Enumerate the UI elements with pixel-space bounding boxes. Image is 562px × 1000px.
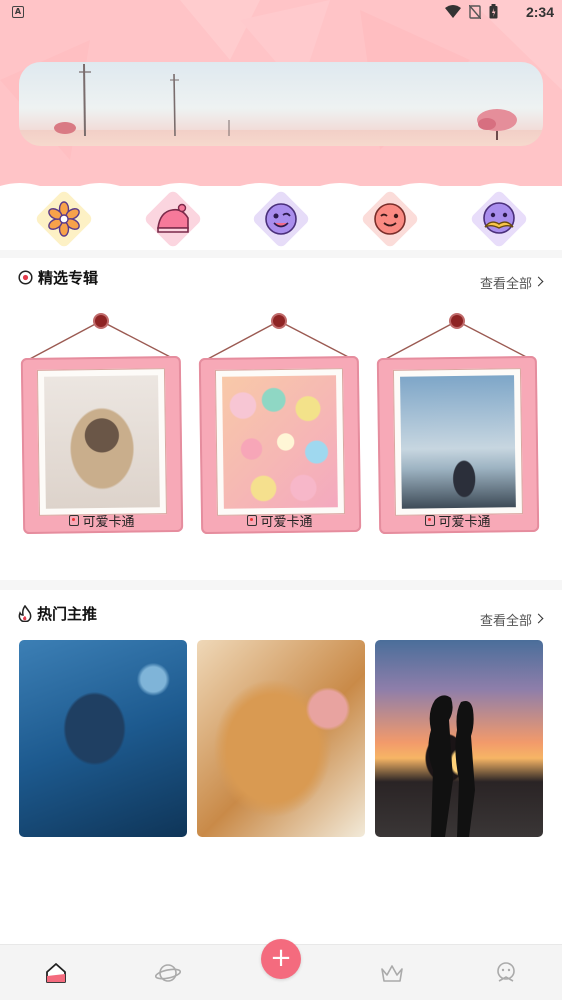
- chevron-right-icon: [533, 276, 544, 287]
- featured-title: 精选专辑: [38, 268, 99, 287]
- photo-frame: [198, 355, 362, 535]
- flower-icon: [48, 201, 80, 237]
- nav-discover[interactable]: [148, 955, 188, 991]
- clock: 2:34: [525, 4, 554, 20]
- category-mustache[interactable]: [469, 189, 529, 249]
- target-icon: [18, 269, 33, 285]
- banner[interactable]: [19, 62, 543, 146]
- featured-view-all-link[interactable]: 查看全部: [480, 273, 532, 292]
- album-label-text: 可爱卡通: [82, 515, 135, 530]
- hot-view-all-link[interactable]: 查看全部: [480, 610, 532, 629]
- nav-profile[interactable]: [486, 955, 526, 991]
- chevron-right-icon: [533, 613, 544, 624]
- nav-home[interactable]: [36, 955, 76, 991]
- photo-mat: [36, 368, 167, 516]
- couple-silhouette: [428, 695, 475, 837]
- fire-icon: [18, 604, 32, 622]
- pin-icon: [451, 315, 463, 327]
- add-button[interactable]: +: [261, 939, 301, 979]
- hot-item-sunset-couple[interactable]: [375, 640, 543, 837]
- category-row: [0, 186, 562, 250]
- tv-icon: [247, 515, 258, 526]
- cake-icon: [157, 203, 189, 233]
- hot-header: 热门主推: [18, 602, 97, 624]
- banner-landscape: [54, 63, 517, 140]
- photo-frame: [20, 355, 184, 535]
- no-sim-icon: [469, 4, 481, 19]
- tv-icon: [425, 515, 436, 526]
- album-label: 可爱卡通: [18, 511, 186, 530]
- photo-mat: [392, 368, 523, 516]
- pin-icon: [273, 315, 285, 327]
- album-photo-candies: [222, 375, 338, 509]
- crown-icon: [381, 965, 403, 982]
- featured-section: 精选专辑 查看全部 可爱卡通 可爱卡通 可爱卡通: [0, 258, 562, 580]
- album-label: 可爱卡通: [196, 511, 364, 530]
- wink-face-icon: [265, 203, 297, 235]
- profile-icon: [497, 962, 515, 982]
- album-label-text: 可爱卡通: [438, 515, 491, 530]
- smile-face-icon: [374, 203, 406, 235]
- mustache-face-icon: [483, 202, 515, 234]
- category-smile[interactable]: [360, 189, 420, 249]
- header: A 2:34: [0, 0, 562, 200]
- pin-icon: [95, 315, 107, 327]
- tv-icon: [69, 515, 80, 526]
- hot-item-sleeping-cat[interactable]: [197, 640, 365, 837]
- battery-icon: [489, 4, 498, 19]
- category-wink[interactable]: [251, 189, 311, 249]
- notification-icon: A: [12, 6, 24, 18]
- album-photo-pug: [44, 375, 160, 509]
- featured-header: 精选专辑: [18, 266, 98, 288]
- bottom-nav: +: [0, 939, 562, 1000]
- nav-vip[interactable]: [372, 955, 412, 991]
- album-label-text: 可爱卡通: [260, 515, 313, 530]
- album-photo-boy-birds: [400, 375, 516, 509]
- category-cake[interactable]: [143, 189, 203, 249]
- photo-mat: [214, 368, 345, 516]
- album-card[interactable]: [18, 313, 186, 543]
- album-card[interactable]: [374, 313, 542, 543]
- hot-section: 热门主推 查看全部: [0, 590, 562, 944]
- home-icon: [46, 963, 66, 983]
- hot-title: 热门主推: [37, 604, 98, 623]
- hot-item-whale-shark[interactable]: [19, 640, 187, 837]
- album-label: 可爱卡通: [374, 511, 542, 530]
- photo-frame: [376, 355, 540, 535]
- status-bar: A 2:34: [0, 0, 562, 26]
- planet-icon: [155, 964, 181, 982]
- wifi-icon: [445, 4, 461, 18]
- category-flower[interactable]: [34, 189, 94, 249]
- album-card[interactable]: [196, 313, 364, 543]
